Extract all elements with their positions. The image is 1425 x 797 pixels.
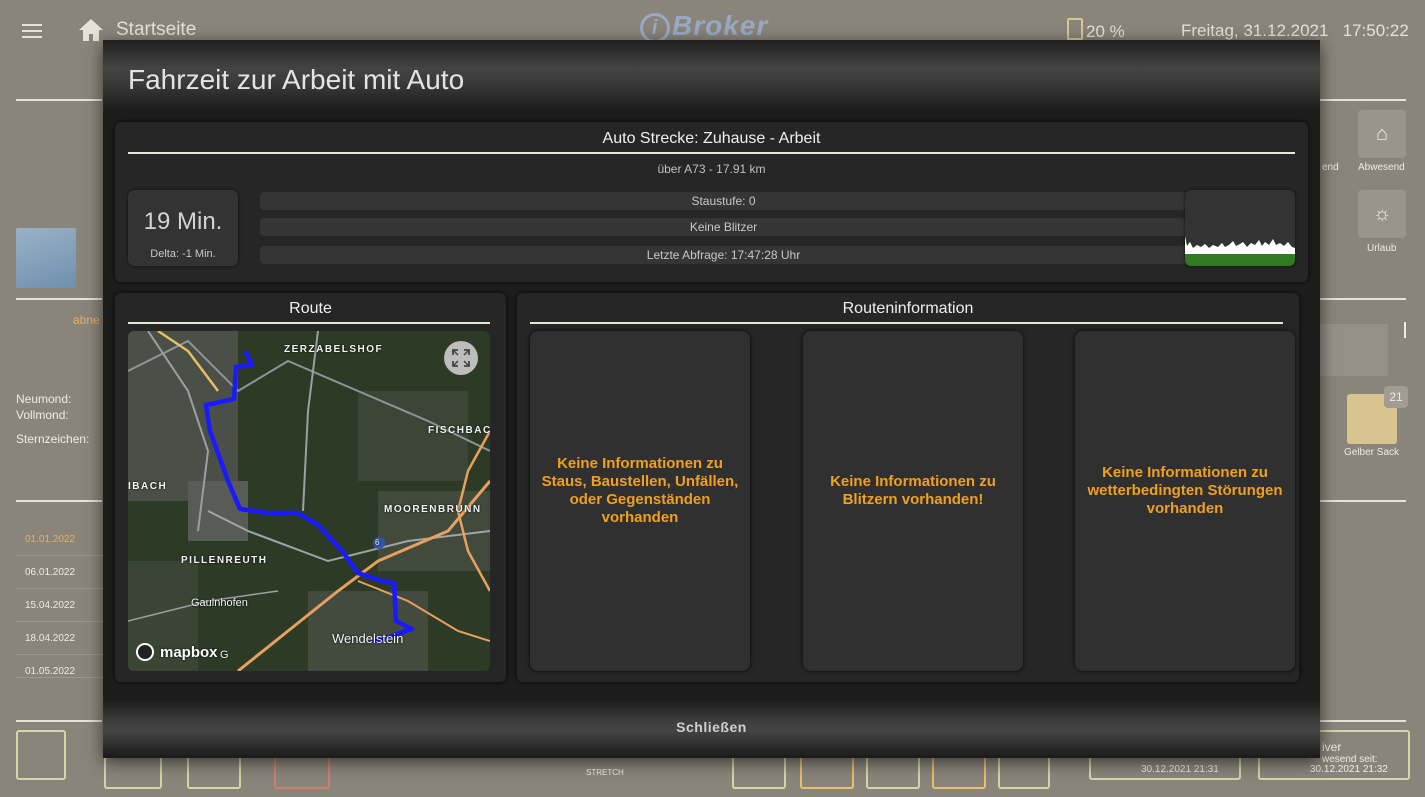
close-button[interactable]: Schließen [103,698,1320,758]
bottom-tile[interactable] [866,755,920,789]
divider [1320,500,1406,502]
mapbox-icon [136,643,154,661]
traffic-info-panel: Keine Informationen zu Staus, Baustellen… [530,331,750,671]
status-time: 30.12.2021 21:31 [1141,764,1219,775]
route-summary-card: Auto Strecke: Zuhause - Arbeit über A73 … [115,122,1308,282]
map-label-ibach: IBACH [128,481,168,492]
label-abwesend-partial: end [1322,162,1339,173]
travel-time-delta: Delta: -1 Min. [150,248,216,260]
divider [16,720,102,722]
bottom-tile[interactable] [187,755,241,789]
vacation-sun-icon[interactable]: ☼ [1358,190,1406,238]
map-label-gaulnhofen: Gaulnhofen [191,597,248,609]
date-time: Freitag, 31.12.2021 17:50:22 [1181,21,1409,40]
app-logo: i Broker [640,10,768,43]
travel-time-box: 19 Min. Delta: -1 Min. [128,190,238,266]
traffic-level: Staustufe: 0 [260,192,1187,210]
speed-camera-status: Keine Blitzer [260,218,1187,236]
fullscreen-button[interactable] [444,341,478,375]
brand-label: STRETCH [586,768,624,777]
label-urlaub: Urlaub [1367,243,1397,254]
map-attribution: G [220,649,229,661]
divider [1320,720,1406,722]
bottom-tile[interactable] [274,755,330,789]
route-map-card: Route ZERZABELSHOF FISCHBAC MOORENBRUNN … [115,293,506,682]
divider [1320,99,1406,101]
mapbox-label: mapbox [160,643,218,661]
battery-level: 20 % [1086,22,1125,41]
map-label-moorenbrunn: MOORENBRUNN [384,504,482,515]
divider [530,322,1283,324]
holiday-date: 15.04.2022 [16,591,111,622]
away-house-icon[interactable]: ⌂ [1358,110,1406,158]
moon-phase: abne [73,313,100,327]
bg-widget [1320,324,1388,376]
route-summary-title: Auto Strecke: Zuhause - Arbeit [602,130,821,147]
divider [1320,298,1406,300]
holiday-date: 06.01.2022 [16,558,111,589]
label-sternzeichen: Sternzeichen: [16,432,90,446]
home-icon[interactable] [78,18,104,42]
page-title: Startseite [116,19,197,40]
label-vollmond: Vollmond: [16,408,69,422]
highway-shield: 6 [375,538,380,547]
label-gelber-sack: Gelber Sack [1344,447,1400,458]
server-tile[interactable] [16,730,66,780]
divider [128,152,1295,154]
days-badge: 21 [1384,386,1408,408]
logo-text: Broker [672,10,769,41]
bottom-tile[interactable] [998,755,1050,789]
travel-time-dialog: Fahrzeit zur Arbeit mit Auto Auto Streck… [103,40,1320,758]
holiday-date: 01.05.2022 [16,657,111,678]
dialog-header: Fahrzeit zur Arbeit mit Auto [103,40,1320,112]
route-info-card: Routeninformation Keine Informationen zu… [517,293,1299,682]
bottom-tile[interactable] [932,755,986,789]
route-card-title: Route [289,300,332,317]
weather-info-text: Keine Informationen zu wetterbedingten S… [1087,464,1283,517]
status-title: iver [1322,740,1342,754]
last-query-time: Letzte Abfrage: 17:47:28 Uhr [260,246,1187,264]
status-time: 30.12.2021 21:32 [1310,764,1388,775]
speed-camera-info-text: Keine Informationen zu Blitzern vorhande… [830,473,996,508]
route-distance: über A73 - 17.91 km [657,162,766,176]
map-label-zerzabelshof: ZERZABELSHOF [284,344,384,355]
map-label-fischbach: FISCHBAC [428,425,490,436]
label-abwesend: Abwesend [1358,162,1405,173]
divider [16,99,102,101]
speed-camera-info-panel: Keine Informationen zu Blitzern vorhande… [803,331,1023,671]
bg-marker [1404,322,1406,338]
holiday-date: 01.01.2022 [16,525,111,556]
map-label-wendelstein: Wendelstein [332,631,404,646]
history-sparkline [1185,190,1295,266]
divider [128,322,490,324]
label-neumond: Neumond: [16,392,72,406]
weather-thumbnail [16,228,76,288]
route-map[interactable]: ZERZABELSHOF FISCHBAC MOORENBRUNN IBACH … [128,331,490,671]
mapbox-logo[interactable]: mapbox [136,643,218,661]
fullscreen-icon [452,349,470,367]
map-label-pillenreuth: PILLENREUTH [181,555,268,566]
traffic-info-text: Keine Informationen zu Staus, Baustellen… [541,455,739,526]
weather-info-panel: Keine Informationen zu wetterbedingten S… [1075,331,1295,671]
divider [16,298,102,300]
bottom-tile[interactable] [104,755,162,789]
travel-time: 19 Min. [143,208,223,235]
holiday-date: 18.04.2022 [16,624,111,655]
dialog-footer: Schließen [103,698,1320,758]
route-info-title: Routeninformation [842,300,974,317]
logo-i: i [640,12,670,43]
menu-icon[interactable] [22,24,42,38]
bottom-tile[interactable] [732,755,786,789]
bottom-tile[interactable] [800,755,854,789]
divider [16,500,102,502]
dialog-title: Fahrzeit zur Arbeit mit Auto [128,64,465,95]
